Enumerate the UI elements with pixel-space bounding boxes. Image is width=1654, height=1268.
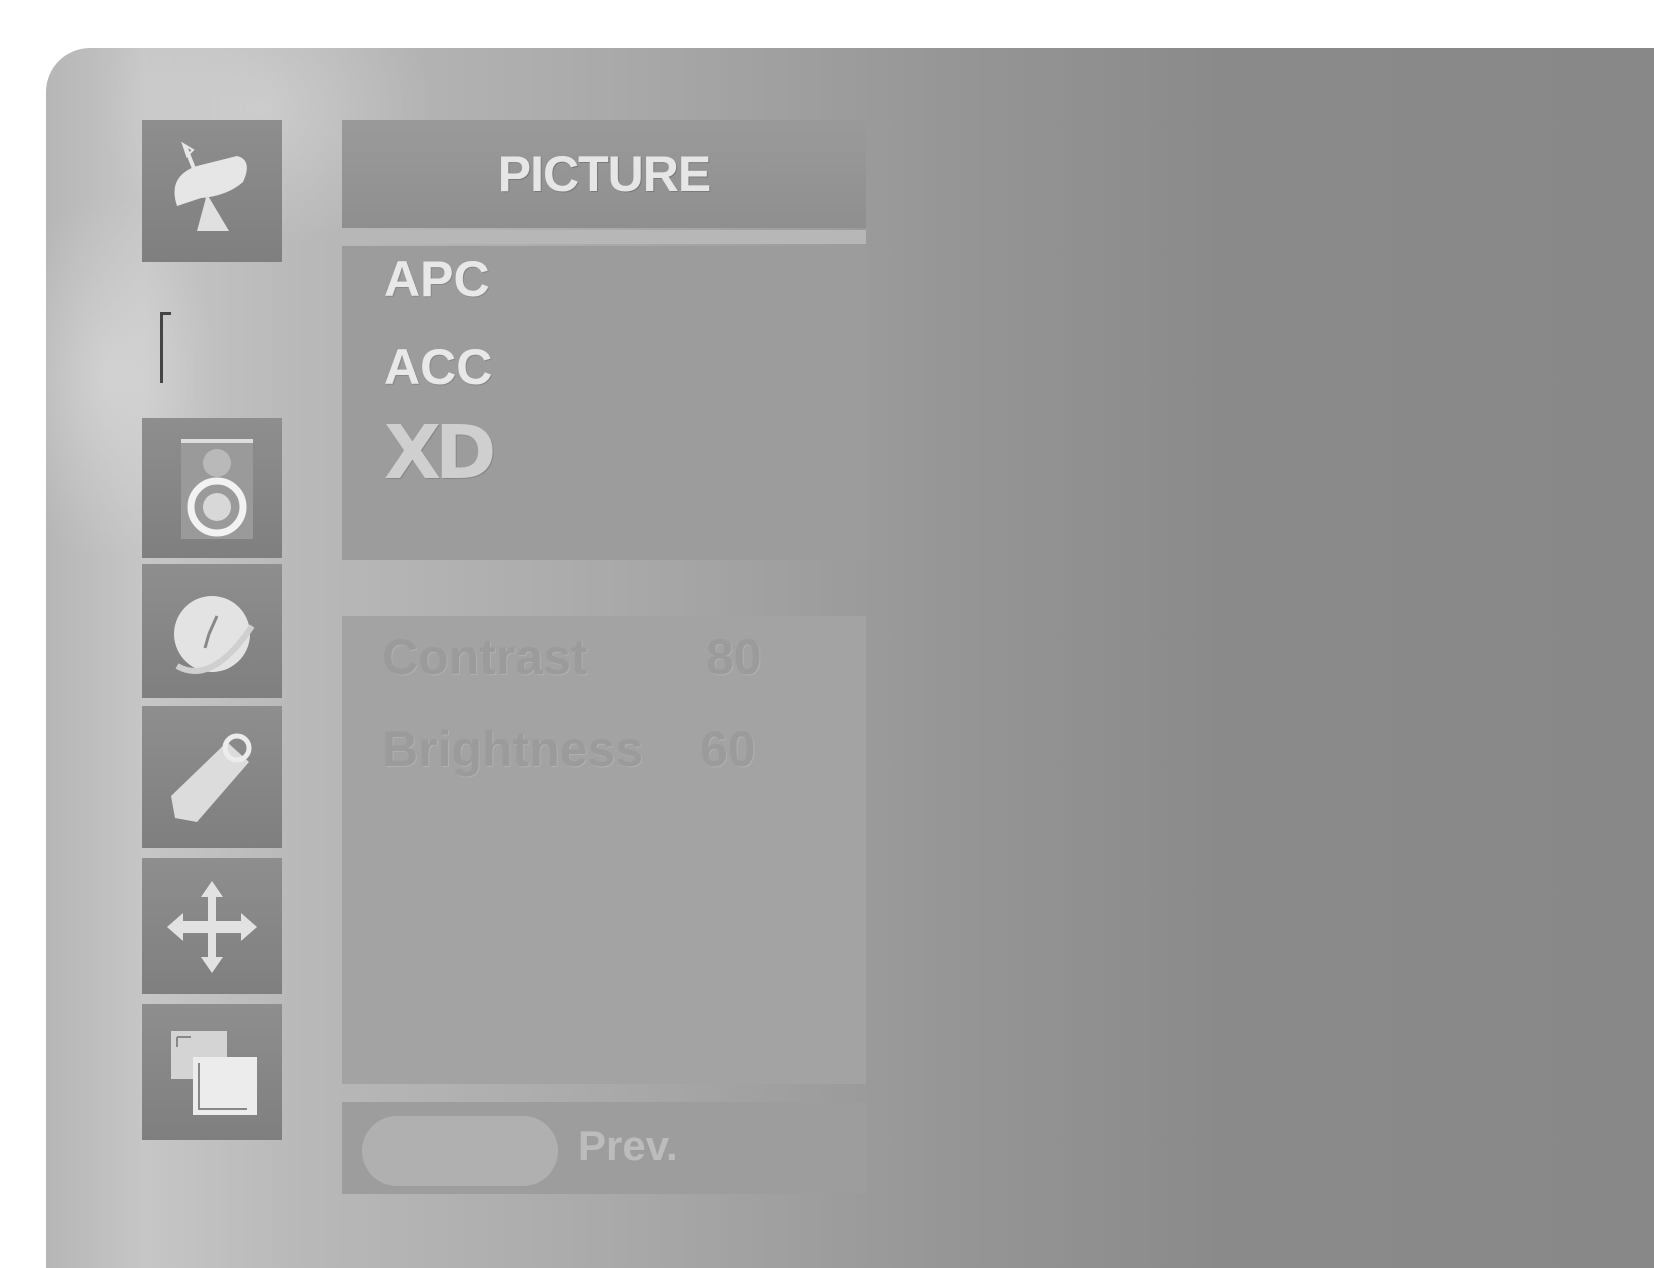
prev-button[interactable] — [362, 1116, 558, 1186]
screen-layers-icon — [171, 1031, 257, 1115]
menu-title-bar: PICTURE — [342, 120, 866, 228]
footer-bar: Prev. — [342, 1102, 866, 1194]
brightness-value: 60 — [700, 721, 756, 777]
title-divider — [342, 230, 866, 244]
station-tile[interactable] — [142, 120, 282, 262]
audio-tile[interactable] — [142, 418, 282, 558]
menu-list: APC ACC XD — [342, 246, 866, 560]
cursor-marker — [160, 312, 171, 383]
setup-tile[interactable] — [142, 858, 282, 994]
clock-icon — [174, 596, 255, 674]
satellite-dish-icon — [174, 141, 247, 231]
lock-tile[interactable] — [142, 706, 282, 848]
key-tag-icon — [171, 733, 252, 822]
menu-item-xd[interactable]: XD — [384, 410, 497, 496]
brightness-label: Brightness — [382, 721, 644, 777]
speaker-icon — [181, 439, 253, 539]
contrast-value: 80 — [706, 629, 762, 685]
osd-menu-panel: PICTURE APC ACC XD Contrast 80 Brightnes… — [46, 48, 1654, 1268]
menu-item-acc[interactable]: ACC — [384, 338, 492, 396]
prev-label: Prev. — [578, 1122, 678, 1169]
values-panel: Contrast 80 Brightness 60 — [342, 616, 866, 1084]
contrast-label: Contrast — [382, 629, 588, 685]
menu-item-apc[interactable]: APC — [384, 250, 490, 308]
screen-tile[interactable] — [142, 1004, 282, 1140]
time-tile[interactable] — [142, 564, 282, 698]
page-title: PICTURE — [497, 146, 711, 202]
arrows-icon — [167, 881, 257, 973]
